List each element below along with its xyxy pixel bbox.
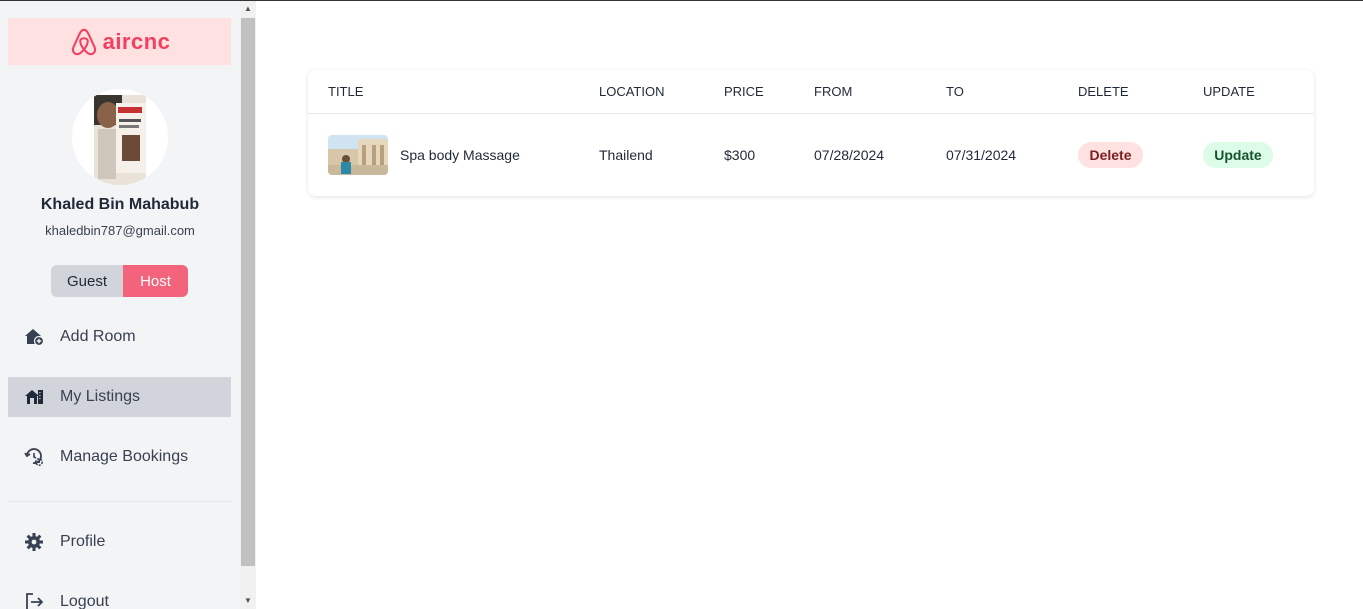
nav-item-logout[interactable]: Logout: [8, 582, 231, 609]
nav-item-label: Add Room: [60, 328, 136, 345]
listing-title: Spa body Massage: [400, 147, 520, 163]
guest-role-button[interactable]: Guest: [51, 265, 123, 297]
delete-button[interactable]: Delete: [1078, 142, 1143, 168]
sidebar: aircnc Khaled Bin Mahabub khaledbin787@g…: [0, 1, 240, 609]
scroll-thumb[interactable]: [241, 18, 255, 566]
logo[interactable]: aircnc: [8, 18, 231, 65]
airbnb-logo-icon: [71, 28, 96, 55]
brand-name: aircnc: [102, 28, 171, 54]
host-role-button[interactable]: Host: [123, 265, 188, 297]
user-email: khaledbin787@gmail.com: [45, 223, 195, 238]
listings-table: TITLE LOCATION PRICE FROM TO DELETE UPDA…: [308, 70, 1314, 196]
avatar: [72, 89, 168, 185]
sidebar-scrollbar[interactable]: ▲ ▼: [240, 1, 256, 609]
nav-item-label: Manage Bookings: [60, 448, 189, 465]
sidebar-divider: [8, 501, 231, 502]
column-header-to: TO: [946, 84, 964, 99]
column-header-update: UPDATE: [1203, 84, 1255, 99]
role-toggle: Guest Host: [51, 265, 188, 297]
table-header-row: TITLE LOCATION PRICE FROM TO DELETE UPDA…: [308, 70, 1314, 114]
column-header-from: FROM: [814, 84, 853, 99]
scroll-up-arrow-icon[interactable]: ▲: [240, 2, 256, 16]
nav-item-label: My Listings: [60, 388, 141, 405]
logout-icon: [24, 592, 44, 609]
nav-item-profile[interactable]: Profile: [8, 522, 231, 562]
calendar-clock-icon: [24, 447, 44, 467]
house-plus-icon: [24, 327, 44, 347]
user-name: Khaled Bin Mahabub: [40, 196, 200, 213]
column-header-delete: DELETE: [1078, 84, 1129, 99]
listing-location: Thailend: [599, 147, 653, 163]
nav-item-my-listings[interactable]: My Listings: [8, 377, 231, 417]
column-header-location: LOCATION: [599, 84, 665, 99]
gear-icon: [24, 532, 44, 552]
listing-price: $300: [724, 147, 756, 163]
listing-from-date: 07/28/2024: [814, 147, 885, 163]
scroll-down-arrow-icon[interactable]: ▼: [240, 594, 256, 608]
house-listings-icon: [24, 387, 44, 407]
avatar-photo: [72, 89, 168, 185]
nav-item-label: Logout: [60, 593, 109, 609]
nav-item-label: Profile: [60, 533, 106, 550]
listing-thumbnail: [328, 135, 388, 175]
column-header-title: TITLE: [328, 84, 364, 99]
column-header-price: PRICE: [724, 84, 764, 99]
update-button[interactable]: Update: [1203, 142, 1273, 168]
nav-item-manage-bookings[interactable]: Manage Bookings: [8, 437, 231, 477]
nav-item-add-room[interactable]: Add Room: [8, 317, 231, 357]
listing-to-date: 07/31/2024: [946, 147, 1017, 163]
